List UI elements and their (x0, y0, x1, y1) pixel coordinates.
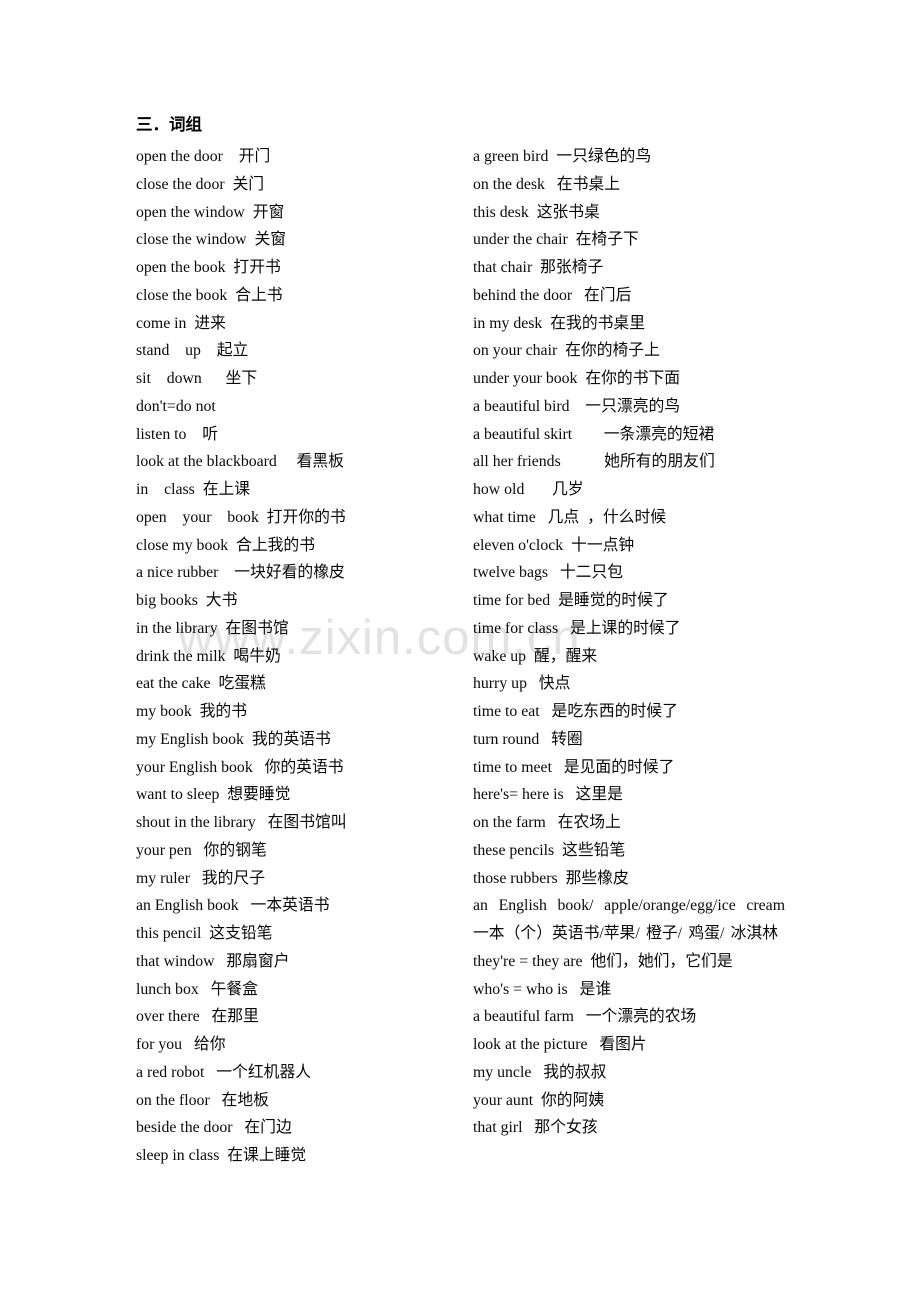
phrase-entry: what time 几点 ，什么时候 (473, 508, 667, 526)
phrase-entry: a beautiful skirt 一条漂亮的短裙 (473, 425, 715, 443)
phrase-entry: this desk 这张书桌 (473, 203, 600, 221)
phrase-entry: a nice rubber 一块好看的橡皮 (136, 564, 345, 582)
phrase-entry: they're = they are 他们，她们，它们是 (473, 952, 733, 970)
phrase-entry: an English book 一本英语书 (136, 897, 330, 915)
phrase-entry: open the window 开窗 (136, 203, 285, 221)
phrase-entry: hurry up 快点 (473, 675, 571, 693)
phrase-entry: wake up 醒，醒来 (473, 647, 598, 665)
phrase-entry: open your book 打开你的书 (136, 508, 346, 526)
phrase-entry: a beautiful farm 一个漂亮的农场 (473, 1008, 697, 1026)
phrase-entry: beside the door 在门边 (136, 1119, 292, 1137)
phrase-entry: listen to 听 (136, 425, 219, 443)
phrase-entry: big books 大书 (136, 592, 238, 609)
phrase-entry: eleven o'clock 十一点钟 (473, 536, 635, 554)
phrase-entry: lunch box 午餐盒 (136, 980, 258, 998)
phrase-entry: time to meet 是见面的时候了 (473, 758, 675, 776)
phrase-entry: time to eat 是吃东西的时候了 (473, 703, 678, 720)
phrase-entry: behind the door 在门后 (473, 286, 632, 304)
phrase-entry: a beautiful bird 一只漂亮的鸟 (473, 397, 681, 415)
document-page: www.zixin.com.cn 三．词组 open the door 开门 cl… (0, 0, 920, 1302)
phrase-list-left: open the door 开门 close the door 关门 open th… (136, 143, 466, 1170)
phrase-entry: in the library 在图书馆 (136, 619, 289, 637)
phrase-entry: those rubbers 那些橡皮 (473, 869, 629, 887)
phrase-entry: these pencils 这些铅笔 (473, 841, 626, 859)
phrase-entry: sit down 坐下 (136, 370, 258, 387)
phrase-entry: time for class 是上课的时候了 (473, 619, 681, 637)
document-content: 三．词组 open the door 开门 close the door 关门 op… (0, 0, 920, 1302)
phrase-entry: on the floor 在地板 (136, 1091, 269, 1109)
phrase-entry: come in 进来 (136, 314, 226, 332)
phrase-entry: don't=do not (136, 397, 216, 415)
phrase-entry: over there 在那里 (136, 1008, 259, 1026)
phrase-list-right: a green bird 一只绿色的鸟 on the desk 在书桌上 this … (473, 143, 785, 1142)
phrase-entry: who's = who is 是谁 (473, 980, 612, 998)
phrase-entry: close the book 合上书 (136, 286, 283, 304)
phrase-entry: your English book 你的英语书 (136, 758, 344, 776)
phrase-entry: look at the blackboard 看黑板 (136, 453, 344, 471)
phrase-entry: drink the milk 喝牛奶 (136, 647, 281, 665)
phrase-entry: a red robot 一个红机器人 (136, 1063, 312, 1081)
phrase-entry: look at the picture 看图片 (473, 1036, 647, 1053)
phrase-entry: all her friends 她所有的朋友们 (473, 453, 715, 471)
phrase-entry: under the chair 在椅子下 (473, 231, 639, 249)
phrase-entry: here's= here is 这里是 (473, 786, 623, 804)
phrase-entry: time for bed 是睡觉的时候了 (473, 592, 669, 609)
phrase-entry: that chair 那张椅子 (473, 259, 604, 276)
phrase-entry: twelve bags 十二只包 (473, 564, 624, 582)
phrase-entry: this pencil 这支铅笔 (136, 925, 273, 942)
phrase-entry: my ruler 我的尺子 (136, 869, 265, 887)
phrase-entry: eat the cake 吃蛋糕 (136, 675, 266, 693)
phrase-entry: open the book 打开书 (136, 259, 281, 276)
phrase-entry: in my desk 在我的书桌里 (473, 314, 646, 332)
phrase-entry: shout in the library 在图书馆叫 (136, 814, 347, 831)
phrase-entry: on your chair 在你的椅子上 (473, 342, 660, 360)
phrase-entry: close my book 合上我的书 (136, 536, 316, 554)
phrase-entry: close the window 关窗 (136, 231, 287, 249)
phrase-entry: for you 给你 (136, 1036, 226, 1053)
phrase-entry: on the desk 在书桌上 (473, 175, 620, 193)
phrase-entry: how old 几岁 (473, 481, 584, 498)
phrase-entry: stand up 起立 (136, 342, 249, 360)
phrase-entry: on the farm 在农场上 (473, 814, 621, 831)
phrase-entry: turn round 转圈 (473, 730, 583, 748)
phrase-entry: my uncle 我的叔叔 (473, 1063, 607, 1081)
phrase-entry: your aunt 你的阿姨 (473, 1091, 605, 1109)
phrase-entry: want to sleep 想要睡觉 (136, 786, 291, 804)
phrase-entry: an English book/ apple/orange/egg/ice cr… (473, 897, 785, 942)
phrase-entry: my book 我的书 (136, 703, 248, 720)
phrase-entry: a green bird 一只绿色的鸟 (473, 148, 652, 165)
phrase-entry: sleep in class 在课上睡觉 (136, 1147, 307, 1164)
phrase-entry: in class 在上课 (136, 481, 251, 498)
phrase-entry: under your book 在你的书下面 (473, 370, 681, 387)
phrase-entry: that girl 那个女孩 (473, 1119, 598, 1137)
section-heading: 三．词组 (136, 115, 202, 134)
phrase-entry: that window 那扇窗户 (136, 952, 290, 970)
phrase-entry: my English book 我的英语书 (136, 730, 331, 748)
phrase-entry: your pen 你的钢笔 (136, 841, 267, 859)
phrase-entry: close the door 关门 (136, 175, 265, 193)
phrase-entry: open the door 开门 (136, 148, 271, 165)
